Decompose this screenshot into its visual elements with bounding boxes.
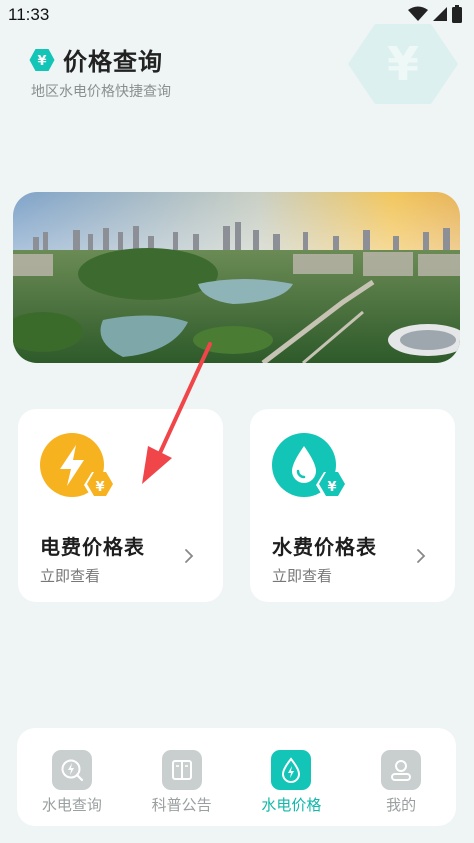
search-bolt-icon [51,750,92,790]
card-title: 水费价格表 [272,537,377,559]
water-drop-icon: ¥ [272,433,348,498]
water-bolt-icon [271,750,312,790]
nav-label: 水电价格 [261,797,322,814]
card-subtitle: 立即查看 [40,568,101,585]
bottom-navigation: 水电查询 科普公告 水电价格 我的 [17,728,456,826]
book-icon [161,750,202,790]
yuan-hexagon-decoration-icon: ¥ [348,24,458,104]
nav-item-water-electric-query[interactable]: 水电查询 [17,728,127,826]
page-header: ¥ 价格查询 [29,42,163,77]
page-title: 价格查询 [63,49,163,76]
svg-text:¥: ¥ [95,480,104,495]
card-subtitle: 立即查看 [272,568,333,585]
svg-text:¥: ¥ [327,480,336,495]
signal-icon [433,7,447,21]
nav-item-mine[interactable]: 我的 [346,728,456,826]
battery-icon [452,5,462,23]
card-title: 电费价格表 [40,537,145,559]
status-time: 11:33 [8,5,50,24]
city-banner-image[interactable] [13,192,460,363]
svg-text:¥: ¥ [37,54,46,69]
chevron-right-icon [417,549,426,563]
chevron-right-icon [185,549,194,563]
lightning-icon: ¥ [40,433,116,498]
nav-label: 水电查询 [41,797,102,814]
nav-item-science-notice[interactable]: 科普公告 [127,728,237,826]
wifi-icon [408,6,428,21]
user-icon [381,750,422,790]
nav-label: 我的 [386,797,417,814]
status-icons [408,5,462,23]
svg-text:¥: ¥ [387,37,419,91]
page-subtitle: 地区水电价格快捷查询 [31,83,171,99]
electricity-price-card[interactable]: ¥ 电费价格表 立即查看 [18,409,223,602]
nav-label: 科普公告 [151,797,212,814]
nav-item-water-electric-price[interactable]: 水电价格 [237,728,347,826]
water-price-card[interactable]: ¥ 水费价格表 立即查看 [250,409,455,602]
yuan-hexagon-icon: ¥ [29,48,55,71]
